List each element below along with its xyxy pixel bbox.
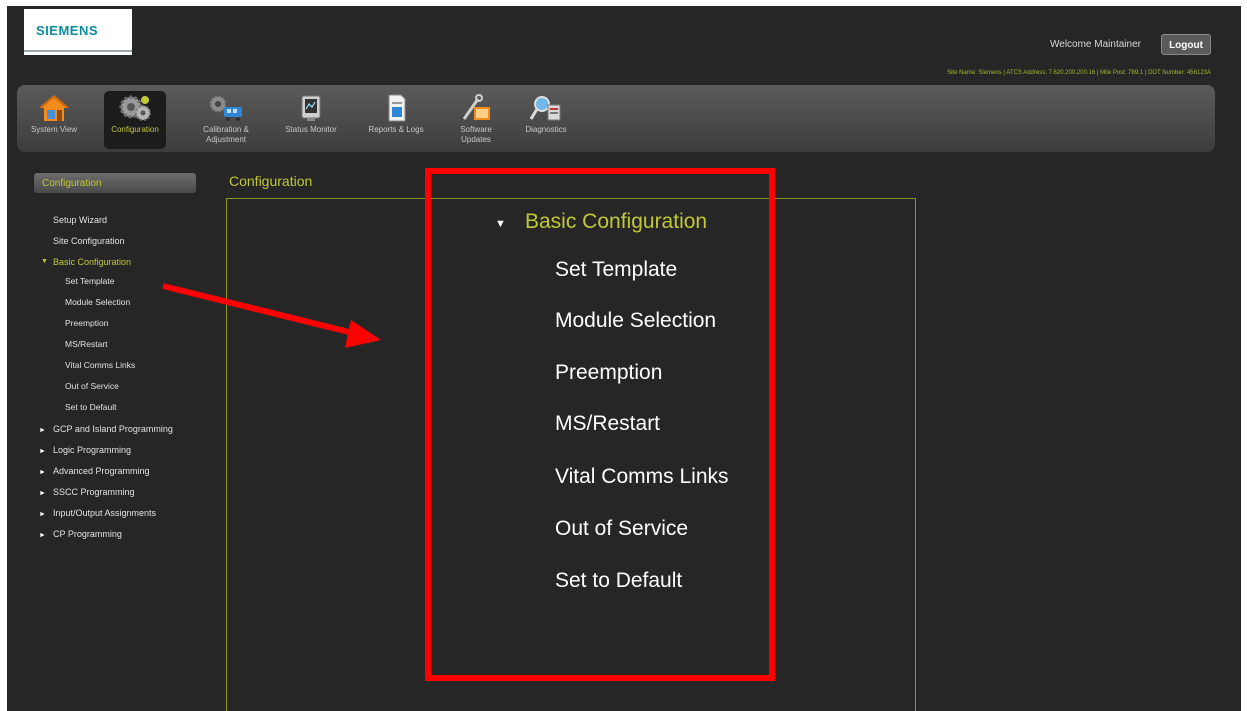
sidebar-item-site-configuration[interactable]: Site Configuration: [53, 236, 125, 246]
logout-button[interactable]: Logout: [1161, 34, 1211, 55]
house-icon: [39, 95, 69, 121]
callout-item-set-template: Set Template: [555, 258, 678, 281]
toolbar-calibration[interactable]: Calibration & Adjustment: [195, 91, 257, 149]
sidebar-item-preemption[interactable]: Preemption: [65, 318, 108, 328]
sidebar-item-logic-programming[interactable]: Logic Programming: [53, 445, 131, 455]
sidebar-item-set-template[interactable]: Set Template: [65, 276, 114, 286]
callout-item-module-selection: Module Selection: [555, 309, 717, 332]
sidebar-header[interactable]: Configuration: [34, 173, 196, 193]
expand-down-icon[interactable]: ▼: [41, 258, 48, 265]
collapsed-arrow-icon[interactable]: ►: [39, 448, 46, 455]
sidebar-header-label: Configuration: [42, 178, 102, 189]
toolbar-label: Status Monitor: [285, 125, 337, 134]
toolbar-label: Configuration: [111, 125, 159, 134]
collapsed-arrow-icon[interactable]: ►: [39, 490, 46, 497]
sidebar-item-sscc-programming[interactable]: SSCC Programming: [53, 487, 135, 497]
logo-underline: [24, 50, 132, 52]
logo-text: SIEMENS: [36, 23, 99, 38]
sidebar-item-set-to-default[interactable]: Set to Default: [65, 402, 117, 412]
diagnostics-icon: [529, 96, 561, 121]
toolbar-reports-logs[interactable]: Reports & Logs: [365, 91, 427, 149]
sidebar-item-advanced-programming[interactable]: Advanced Programming: [53, 466, 150, 476]
toolbar-label: Calibration &: [203, 125, 249, 134]
toolbar-configuration[interactable]: Configuration: [104, 91, 166, 149]
sidebar-item-out-of-service[interactable]: Out of Service: [65, 381, 119, 391]
toolbar-label: Reports & Logs: [368, 125, 424, 134]
collapsed-arrow-icon[interactable]: ►: [39, 427, 46, 434]
callout-item-out-of-service: Out of Service: [555, 517, 689, 540]
sidebar-item-setup-wizard[interactable]: Setup Wizard: [53, 215, 107, 225]
collapsed-arrow-icon[interactable]: ►: [39, 532, 46, 539]
monitor-icon: [301, 95, 321, 121]
welcome-text: Welcome Maintainer: [1050, 39, 1141, 50]
app-window: SIEMENS Welcome Maintainer Logout Site N…: [7, 6, 1241, 711]
toolbar-label: Software: [460, 125, 492, 134]
collapsed-arrow-icon[interactable]: ►: [39, 511, 46, 518]
zoom-callout: ▼ Basic Configuration Set Template Modul…: [425, 168, 775, 681]
toolbar-software-updates[interactable]: Software Updates: [445, 91, 507, 149]
sidebar-item-cp-programming[interactable]: CP Programming: [53, 529, 122, 539]
callout-title: Basic Configuration: [525, 210, 708, 233]
toolbar-label: Diagnostics: [525, 125, 567, 134]
toolbar-diagnostics[interactable]: Diagnostics: [515, 91, 577, 149]
callout-item-vital-comms-links: Vital Comms Links: [555, 465, 729, 488]
sidebar-item-ms-restart[interactable]: MS/Restart: [65, 339, 108, 349]
site-info: Site Name: Siemens | ATCS Address: 7.620…: [947, 70, 1211, 76]
collapsed-arrow-icon[interactable]: ►: [39, 469, 46, 476]
sidebar-item-gcp-island-programming[interactable]: GCP and Island Programming: [53, 424, 173, 434]
toolbar-label: System View: [30, 125, 78, 134]
sidebar-item-module-selection[interactable]: Module Selection: [65, 297, 130, 307]
sidebar-item-vital-comms-links[interactable]: Vital Comms Links: [65, 360, 135, 370]
report-icon: [388, 94, 406, 122]
software-update-icon: [462, 94, 490, 120]
callout-item-preemption: Preemption: [555, 361, 663, 384]
callout-item-set-to-default: Set to Default: [555, 569, 683, 592]
expand-down-icon: ▼: [495, 218, 506, 230]
toolbar-status-monitor[interactable]: Status Monitor: [280, 91, 342, 149]
sidebar-item-input-output-assignments[interactable]: Input/Output Assignments: [53, 508, 156, 518]
gears-icon: [119, 95, 151, 121]
toolbar-label-line2: Updates: [461, 135, 491, 144]
calibration-icon: [209, 95, 242, 121]
toolbar-system-view[interactable]: System View: [23, 91, 85, 149]
sidebar-item-basic-configuration[interactable]: Basic Configuration: [53, 257, 131, 267]
annotation-arrow: [162, 283, 381, 348]
toolbar-label-line2: Adjustment: [205, 135, 247, 144]
page-title: Configuration: [229, 173, 313, 189]
main-toolbar: System View Configuration Calibration & …: [17, 85, 1215, 152]
siemens-logo: SIEMENS: [24, 9, 132, 55]
callout-item-ms-restart: MS/Restart: [555, 412, 661, 435]
